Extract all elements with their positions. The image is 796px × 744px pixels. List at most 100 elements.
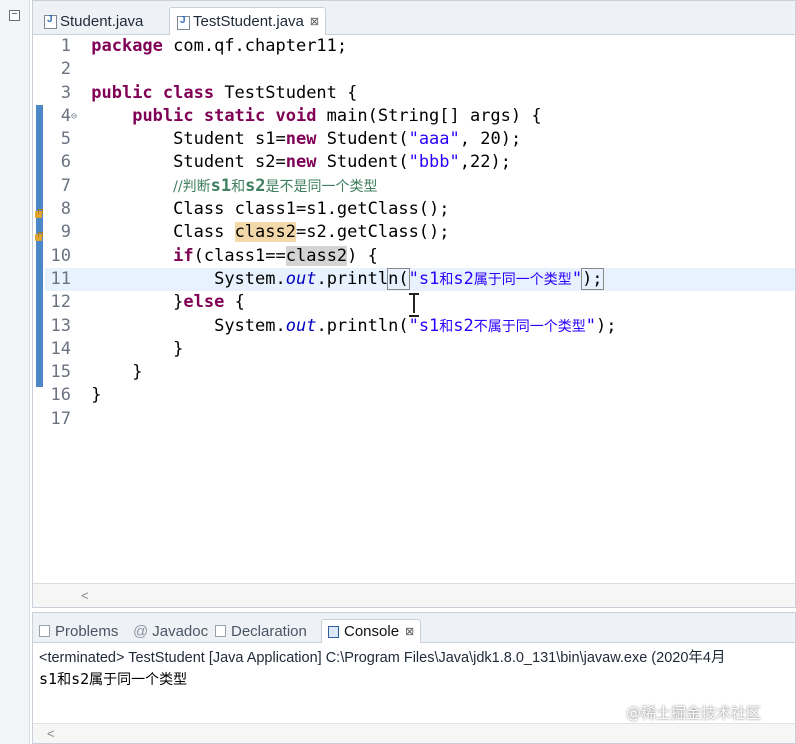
tab-label: Javadoc [152, 622, 209, 640]
code-text: .printl [316, 268, 389, 289]
comment-text: 是不是同一个类型 [265, 178, 378, 195]
scroll-left-icon[interactable]: < [47, 726, 55, 741]
tab-teststudent-java[interactable]: TestStudent.java ⊠ [169, 7, 327, 35]
code-line: 12 }else { [45, 291, 795, 314]
code-text: } [173, 292, 184, 313]
text-cursor-icon [409, 293, 419, 317]
code-text: Student( [316, 152, 409, 173]
line-number: 14 [50, 338, 71, 359]
comment-text: //判断 [173, 178, 211, 195]
comment-text: 和 [231, 178, 246, 195]
code-line: 10 if(class1==class2) { [45, 245, 795, 268]
keyword: new [285, 129, 317, 150]
line-number: 7 [60, 175, 71, 196]
string-part: 属于同一个类型 [473, 271, 572, 288]
code-text: .println( [316, 315, 409, 336]
string-part: " [585, 315, 597, 336]
current-code-line: 11 System.out.println("s1和s2属于同一个类型"); [45, 267, 795, 292]
problems-icon [39, 625, 50, 637]
code-text: n [388, 268, 399, 289]
warning-marker-icon[interactable] [34, 232, 44, 242]
code-area[interactable]: 1 package com.qf.chapter11; 2 3 public c… [33, 35, 795, 583]
code-lines: 1 package com.qf.chapter11; 2 3 public c… [45, 35, 795, 431]
code-line: 15 } [45, 361, 795, 384]
tab-problems[interactable]: Problems [39, 619, 118, 643]
code-text: , 20); [459, 129, 522, 150]
java-file-icon [43, 14, 57, 29]
string-part: "s1 [408, 268, 440, 289]
output-text: s2 [71, 670, 90, 688]
string-part: " [571, 268, 583, 289]
keyword: package [91, 36, 163, 56]
code-text: (class1== [193, 245, 286, 266]
code-line: 5 Student s1=new Student("aaa", 20); [45, 128, 795, 151]
code-line: 7 //判断s1和s2是不是同一个类型 [45, 175, 795, 198]
close-icon[interactable]: ⊠ [310, 15, 319, 28]
code-text: com.qf.chapter11; [162, 36, 348, 56]
line-number: 16 [50, 385, 71, 406]
watermark: @稀土掘金技术社区 [626, 704, 762, 722]
line-number: 3 [60, 82, 71, 103]
scroll-left-icon[interactable]: < [81, 588, 89, 603]
code-text: } [132, 362, 143, 383]
output-text: 属于同一个类型 [89, 672, 188, 688]
tab-label: Problems [55, 622, 119, 640]
comment-text: s1 [210, 175, 232, 196]
output-text: 和 [57, 672, 72, 688]
code-text: Student s2= [173, 152, 286, 173]
string-part: "s1 [408, 315, 440, 336]
keyword: else [183, 292, 225, 313]
tab-student-java[interactable]: Student.java [37, 7, 149, 35]
code-text: Class [173, 199, 235, 220]
console-icon [328, 625, 339, 638]
tab-declaration[interactable]: Declaration [215, 619, 307, 643]
code-text: ); [581, 267, 604, 290]
code-text: System. [214, 268, 286, 289]
javadoc-icon: @ [133, 622, 149, 640]
console-horizontal-scrollbar[interactable]: < [33, 723, 795, 743]
keyword: if [173, 245, 194, 266]
string-literal: "s1和s2属于同一个类型" [409, 269, 582, 289]
string-literal: "bbb" [408, 152, 460, 173]
code-line: 16 } [45, 384, 795, 407]
left-trim-strip [0, 0, 30, 744]
code-line: 13 System.out.println("s1和s2不属于同一个类型"); [45, 315, 795, 338]
overview-ruler [33, 35, 45, 583]
code-text: ,22); [459, 152, 511, 173]
code-line: 1 package com.qf.chapter11; [45, 35, 795, 58]
occurrence-highlight: class2 [285, 245, 348, 266]
line-number: 11 [50, 268, 71, 289]
tab-console[interactable]: Console ⊠ [321, 619, 422, 643]
tab-javadoc[interactable]: @ Javadoc [133, 619, 208, 643]
string-part: s2 [453, 315, 474, 336]
code-text: System. [214, 315, 286, 336]
tab-label: TestStudent.java [193, 13, 304, 30]
tab-label: Console [344, 623, 400, 640]
line-number: 1 [60, 36, 71, 56]
line-number: 4 [60, 105, 71, 126]
declaration-icon [215, 625, 226, 637]
line-number: 9 [60, 222, 71, 243]
line-number: 13 [50, 315, 71, 336]
tab-label: Declaration [231, 622, 307, 640]
warning-marker-icon[interactable] [34, 209, 44, 219]
change-bar [36, 105, 43, 387]
keyword: public class [91, 82, 215, 103]
string-part: s2 [453, 268, 474, 289]
panel-tab-bar: Problems @ Javadoc Declaration Console ⊠ [33, 613, 795, 643]
line-number: 5 [60, 129, 71, 150]
restore-view-icon[interactable] [9, 10, 20, 21]
console-output[interactable]: s1和s2属于同一个类型 [39, 669, 187, 689]
string-part: 不属于同一个类型 [473, 318, 586, 335]
java-editor: Student.java TestStudent.java ⊠ 1 packag… [32, 0, 796, 608]
close-icon[interactable]: ⊠ [405, 625, 414, 638]
code-text: =s2.getClass(); [295, 222, 450, 243]
tab-label: Student.java [60, 12, 144, 30]
code-text: Class [173, 222, 235, 243]
string-literal: "s1和s2不属于同一个类型" [409, 316, 596, 336]
editor-horizontal-scrollbar[interactable]: < [33, 583, 795, 607]
code-text: TestStudent { [214, 82, 358, 103]
fold-icon[interactable]: ⊖ [71, 105, 81, 128]
code-line: 6 Student s2=new Student("bbb",22); [45, 151, 795, 174]
code-text: main(String[] args) { [316, 105, 542, 126]
